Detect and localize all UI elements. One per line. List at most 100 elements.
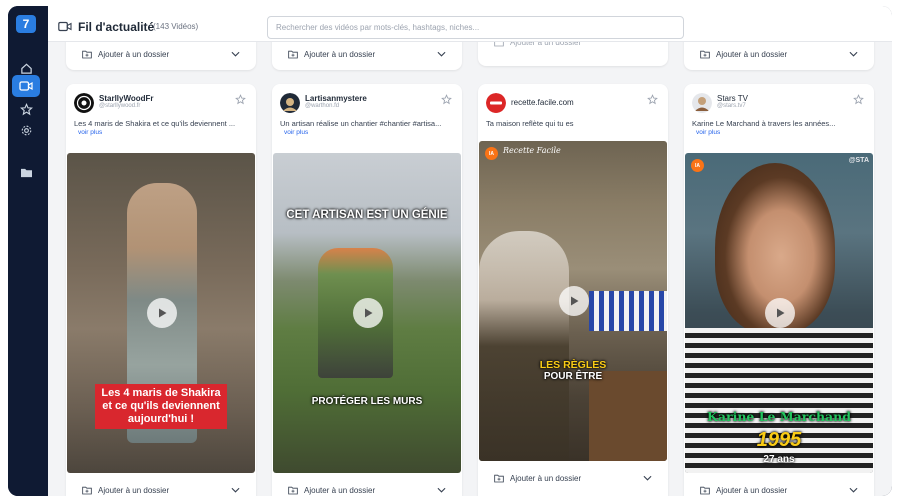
add-to-folder-row[interactable]: Ajouter à un dossier: [82, 46, 240, 62]
play-icon: [159, 308, 167, 318]
caption-line: LES RÈGLES: [539, 359, 607, 371]
caption-overlay: LES RÈGLES POUR ÊTRE: [479, 359, 667, 382]
video-description: Ta maison reflète qui tu es: [486, 119, 574, 128]
video-thumbnail[interactable]: Les 4 maris de Shakira et ce qu'ils devi…: [67, 153, 255, 473]
add-to-folder-label: Ajouter à un dossier: [98, 485, 170, 495]
sidebar: 7: [8, 6, 48, 496]
video-description: Un artisan réalise un chantier #chantier…: [280, 119, 442, 128]
video-card[interactable]: Stars TV @stars.tv7 Karine Le Marchand à…: [684, 84, 874, 496]
play-button[interactable]: [147, 298, 177, 328]
caption-line: aujourd'hui !: [127, 413, 195, 425]
channel-name[interactable]: recette.facile.com: [511, 98, 574, 107]
add-to-folder-row[interactable]: Ajouter à un dossier: [494, 470, 652, 486]
caption-overlay: Les 4 maris de Shakira et ce qu'ils devi…: [67, 384, 255, 429]
watermark: @STA: [848, 157, 869, 164]
video-camera-icon: [58, 21, 72, 32]
see-more-link[interactable]: voir plus: [78, 129, 102, 136]
add-to-folder-row[interactable]: Ajouter à un dossier: [82, 482, 240, 496]
channel-name[interactable]: Lartisanmystere: [305, 94, 367, 103]
sidebar-item-videos[interactable]: [12, 75, 40, 97]
folder-plus-icon: [494, 474, 504, 482]
channel-handle: @warthon.fd: [305, 103, 340, 109]
avatar: [486, 93, 506, 113]
channel-handle: @stars.tv7: [717, 103, 746, 109]
chevron-down-icon[interactable]: [437, 51, 446, 57]
chevron-down-icon[interactable]: [437, 487, 446, 493]
folder-plus-icon: [288, 486, 298, 494]
caption-line: Les 4 maris de Shakira: [101, 387, 221, 399]
folder-icon: [20, 168, 32, 177]
video-card[interactable]: StarllyWoodFr @starllywood.fr Les 4 mari…: [66, 84, 256, 496]
app-logo[interactable]: 7: [16, 15, 36, 33]
play-icon: [571, 296, 579, 306]
video-icon: [19, 81, 33, 91]
play-button[interactable]: [765, 298, 795, 328]
chevron-down-icon[interactable]: [643, 475, 652, 481]
avatar: [280, 93, 300, 113]
chevron-down-icon[interactable]: [231, 51, 240, 57]
caption-name: Karine Le Marchand: [707, 409, 851, 424]
add-to-folder-row[interactable]: Ajouter à un dossier: [700, 482, 858, 496]
caption-year: 1995: [756, 429, 802, 451]
caption-line: et ce qu'ils deviennent: [102, 400, 220, 412]
favorite-star-icon[interactable]: [853, 94, 864, 105]
add-to-folder-label: Ajouter à un dossier: [510, 473, 582, 483]
gear-icon: [21, 125, 31, 135]
play-icon: [777, 308, 785, 318]
caption-age: 27 ans: [763, 454, 795, 465]
sidebar-item-folders[interactable]: [12, 161, 40, 183]
video-card[interactable]: Lartisanmystere @warthon.fd Un artisan r…: [272, 84, 462, 496]
see-more-link[interactable]: voir plus: [284, 129, 308, 136]
video-thumbnail[interactable]: IA Recette Facile LES RÈGLES POUR ÊTRE: [479, 141, 667, 461]
avatar: [74, 93, 94, 113]
avatar: [692, 93, 712, 113]
ai-badge: IA: [485, 147, 498, 160]
elderly-woman-figure: [479, 231, 569, 461]
chevron-down-icon[interactable]: [231, 487, 240, 493]
add-to-folder-label: Ajouter à un dossier: [304, 485, 376, 495]
tablecloth: [589, 291, 667, 331]
see-more-link[interactable]: voir plus: [696, 129, 720, 136]
caption-bottom: PROTÉGER LES MURS: [311, 396, 423, 407]
video-thumbnail[interactable]: CET ARTISAN EST UN GÉNIE PROTÉGER LES MU…: [273, 153, 461, 473]
channel-name[interactable]: StarllyWoodFr: [99, 94, 154, 103]
wooden-table: [589, 371, 667, 461]
add-to-folder-row[interactable]: Ajouter à un dossier: [288, 482, 446, 496]
sidebar-item-settings[interactable]: [12, 119, 40, 141]
add-to-folder-label: Ajouter à un dossier: [716, 485, 788, 495]
caption-top: CET ARTISAN EST UN GÉNIE: [286, 209, 448, 221]
video-card[interactable]: recette.facile.com Ta maison reflète qui…: [478, 84, 668, 496]
ai-badge: IA: [691, 159, 704, 172]
folder-plus-icon: [82, 486, 92, 494]
header-bar: Fil d'actualité (143 Vidéos): [48, 6, 892, 42]
folder-plus-icon: [288, 50, 298, 58]
channel-name[interactable]: Stars TV: [717, 94, 748, 103]
add-to-folder-label: Ajouter à un dossier: [98, 49, 170, 59]
watermark: Recette Facile: [503, 146, 561, 155]
app-window: 7 Ajouter à un dossier Ajouter à un doss…: [8, 6, 892, 496]
chevron-down-icon[interactable]: [849, 487, 858, 493]
folder-plus-icon: [82, 50, 92, 58]
favorite-star-icon[interactable]: [647, 94, 658, 105]
favorite-star-icon[interactable]: [441, 94, 452, 105]
star-icon: [19, 102, 33, 115]
add-to-folder-row[interactable]: Ajouter à un dossier: [288, 46, 446, 62]
favorite-star-icon[interactable]: [235, 94, 246, 105]
add-to-folder-row[interactable]: Ajouter à un dossier: [700, 46, 858, 62]
play-button[interactable]: [559, 286, 589, 316]
play-icon: [365, 308, 373, 318]
video-count: (143 Vidéos): [153, 22, 199, 31]
chevron-down-icon[interactable]: [849, 51, 858, 57]
add-to-folder-label: Ajouter à un dossier: [304, 49, 376, 59]
search-input[interactable]: [267, 16, 684, 39]
page-title: Fil d'actualité: [78, 20, 155, 34]
folder-plus-icon: [700, 486, 710, 494]
folder-plus-icon: [700, 50, 710, 58]
video-thumbnail[interactable]: IA @STA Karine Le Marchand 1995 27 ans: [685, 153, 873, 473]
video-description: Les 4 maris de Shakira et ce qu'ils devi…: [74, 119, 236, 128]
sidebar-item-favorites[interactable]: [12, 98, 40, 120]
video-description: Karine Le Marchand à travers les années.…: [692, 119, 836, 128]
caption-line: POUR ÊTRE: [543, 371, 603, 382]
play-button[interactable]: [353, 298, 383, 328]
add-to-folder-label: Ajouter à un dossier: [716, 49, 788, 59]
